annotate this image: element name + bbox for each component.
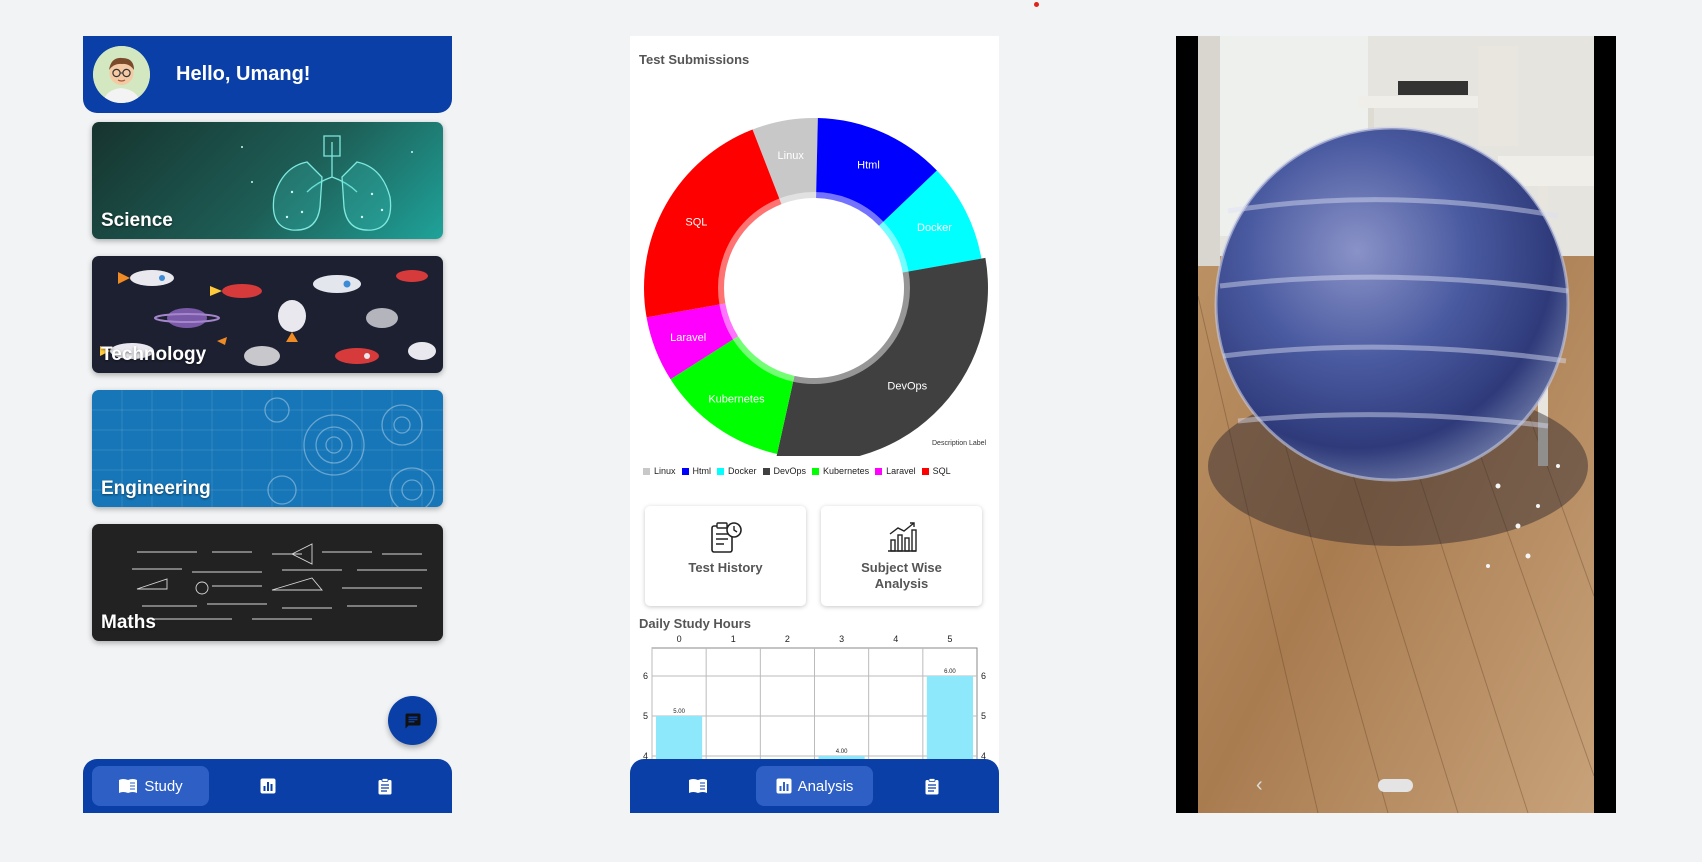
y-tick-label: 5	[981, 711, 986, 721]
ar-planet-scene	[1198, 36, 1594, 813]
nav-analysis-tab[interactable]: Analysis	[756, 766, 873, 806]
nav-label: Analysis	[797, 777, 854, 795]
nav-analysis-tab[interactable]	[209, 766, 326, 806]
home-pill-icon[interactable]	[1378, 779, 1413, 792]
subject-card-technology[interactable]: Technology	[92, 256, 443, 373]
subject-label: Engineering	[101, 478, 211, 499]
back-chevron-icon[interactable]: ‹	[1256, 774, 1263, 797]
x-tick-label: 1	[731, 634, 736, 644]
x-tick-label: 3	[839, 634, 844, 644]
analytics-icon	[260, 778, 275, 794]
book-icon	[119, 779, 138, 793]
avatar[interactable]	[93, 46, 150, 103]
subject-card-maths[interactable]: Maths	[92, 524, 443, 641]
subject-label: Maths	[101, 612, 156, 633]
greeting-text: Hello, Umang!	[176, 63, 311, 85]
ar-camera-view[interactable]	[1198, 36, 1594, 813]
clipboard-icon	[925, 777, 938, 794]
nav-study-tab[interactable]	[639, 766, 756, 806]
nav-study-tab[interactable]: Study	[92, 766, 209, 806]
chat-button[interactable]	[388, 696, 437, 745]
subject-label: Technology	[101, 344, 207, 365]
bottom-navigation: Analysis	[630, 759, 999, 813]
book-icon	[688, 779, 707, 793]
bar-value-label: 5.00	[673, 709, 685, 715]
x-tick-label: 5	[947, 634, 952, 644]
x-tick-label: 2	[785, 634, 790, 644]
clipboard-icon	[378, 777, 391, 794]
nav-tests-tab[interactable]	[326, 766, 443, 806]
subject-card-engineering[interactable]: Engineering	[92, 390, 443, 507]
x-tick-label: 0	[677, 634, 682, 644]
bottom-navigation: Study	[83, 759, 452, 813]
recording-indicator	[1034, 2, 1039, 7]
ar-screen: ‹	[1176, 36, 1616, 813]
bar-value-label: 6.00	[944, 669, 956, 675]
y-tick-label: 5	[643, 711, 648, 721]
analysis-screen: Test Submissions Linux Html Docker DevOps Ku…	[630, 36, 999, 813]
y-tick-label: 6	[643, 671, 648, 681]
x-tick-label: 4	[893, 634, 898, 644]
analytics-icon	[776, 778, 792, 794]
study-screen: Hello, Umang! Science Technology Enginee…	[83, 36, 452, 813]
header: Hello, Umang!	[83, 36, 452, 113]
subject-label: Science	[101, 210, 173, 231]
nav-label: Study	[144, 777, 183, 795]
y-tick-label: 6	[981, 671, 986, 681]
chat-icon	[405, 713, 420, 728]
daily-study-hours-bar-chart: 0 1 2 3 4 56 65 54 45.004.006.00	[643, 634, 986, 789]
bar-value-label: 4.00	[836, 749, 848, 755]
nav-tests-tab[interactable]	[873, 766, 990, 806]
subject-card-science[interactable]: Science	[92, 122, 443, 239]
